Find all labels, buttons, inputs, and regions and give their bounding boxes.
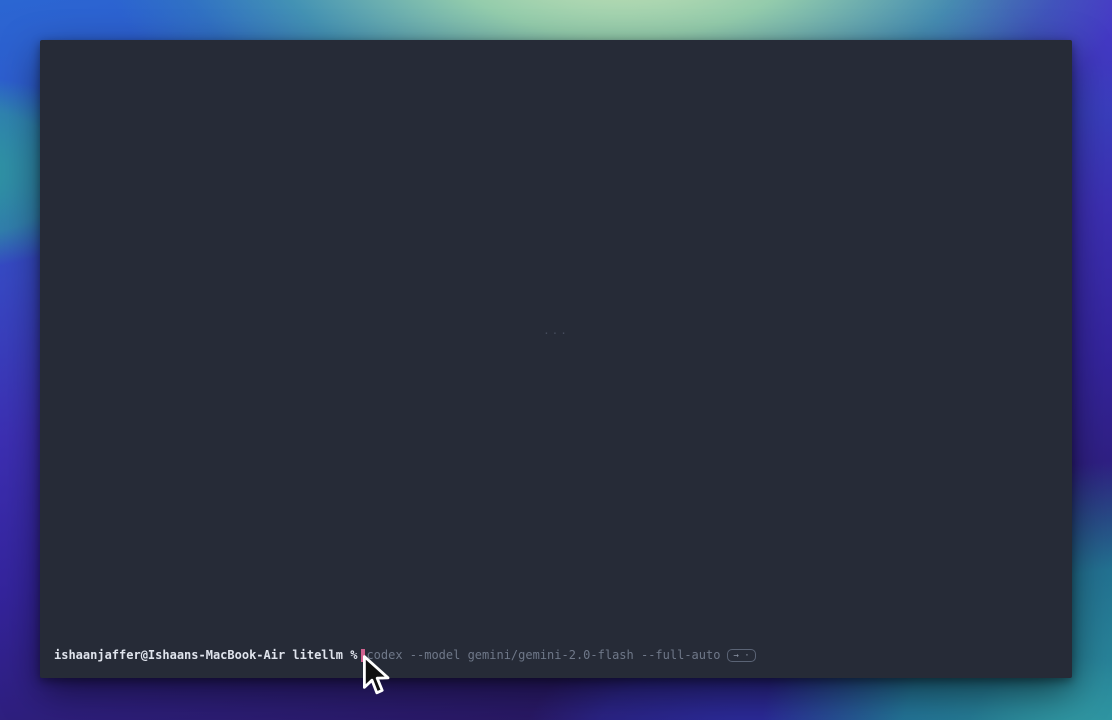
desktop-wallpaper: ... ishaanjaffer@Ishaans-MacBook-Air lit… [0,0,1112,720]
text-cursor [361,649,365,662]
loading-ellipsis: ... [40,324,1072,337]
autosuggestion-text: codex --model gemini/gemini-2.0-flash --… [366,647,720,663]
terminal-prompt-line[interactable]: ishaanjaffer@Ishaans-MacBook-Air litellm… [54,647,1058,663]
accept-suggestion-hint-icon: → · [727,649,755,662]
terminal-window[interactable]: ... ishaanjaffer@Ishaans-MacBook-Air lit… [40,40,1072,678]
terminal-output-area: ... [40,40,1072,650]
shell-prompt: ishaanjaffer@Ishaans-MacBook-Air litellm… [54,647,357,663]
